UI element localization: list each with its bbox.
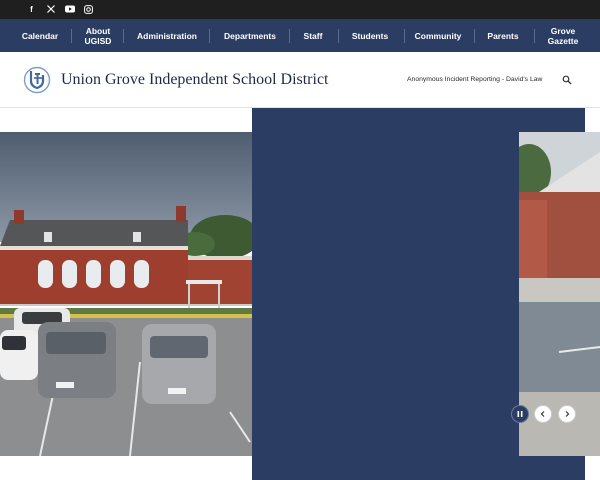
nav-departments[interactable]: Departments <box>217 19 283 52</box>
site-title[interactable]: Union Grove Independent School District <box>61 71 329 89</box>
nav-divider <box>289 29 290 43</box>
slide-photo-school-parking-lot <box>0 132 252 456</box>
next-slide-button[interactable] <box>558 405 576 423</box>
nav-divider <box>123 29 124 43</box>
main-navigation: Calendar About UGISD Administration Depa… <box>0 19 600 52</box>
social-links: f <box>26 3 94 15</box>
youtube-icon[interactable] <box>64 3 75 15</box>
pause-button[interactable] <box>511 405 529 423</box>
district-logo-icon[interactable] <box>23 66 51 94</box>
chevron-right-icon <box>565 411 570 417</box>
top-bar: f <box>0 0 600 19</box>
nav-parents[interactable]: Parents <box>482 19 524 52</box>
nav-divider <box>474 29 475 43</box>
nav-about[interactable]: About UGISD <box>77 19 119 52</box>
previous-slide-button[interactable] <box>534 405 552 423</box>
search-icon[interactable] <box>562 75 572 85</box>
site-header: Union Grove Independent School District … <box>0 52 600 108</box>
instagram-icon[interactable] <box>83 3 94 15</box>
hero-slideshow <box>0 108 600 480</box>
nav-calendar[interactable]: Calendar <box>14 19 66 52</box>
nav-administration[interactable]: Administration <box>131 19 203 52</box>
nav-staff[interactable]: Staff <box>297 19 329 52</box>
nav-divider <box>404 29 405 43</box>
nav-students[interactable]: Students <box>345 19 395 52</box>
nav-divider <box>534 29 535 43</box>
nav-divider <box>71 29 72 43</box>
nav-divider <box>209 29 210 43</box>
x-icon[interactable] <box>45 3 56 15</box>
nav-gazette[interactable]: Grove Gazette <box>541 19 585 52</box>
facebook-icon[interactable]: f <box>26 3 37 15</box>
incident-report-link[interactable]: Anonymous Incident Reporting - David's L… <box>407 76 542 83</box>
nav-divider <box>338 29 339 43</box>
chevron-left-icon <box>540 411 545 417</box>
pause-icon <box>517 411 523 417</box>
nav-community[interactable]: Community <box>411 19 465 52</box>
